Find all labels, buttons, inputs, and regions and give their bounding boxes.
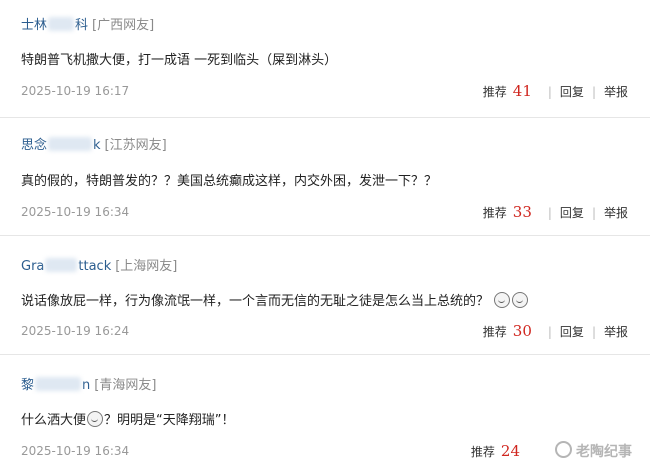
separator: | (547, 85, 552, 99)
separator: | (591, 325, 596, 339)
comment-text: 什么洒大便 ？明明是“天降翔瑞”！ (21, 409, 235, 428)
comment-time: 2025-10-19 16:17 (21, 84, 130, 98)
comment-user[interactable]: 黎 n [青海网友] (21, 374, 156, 393)
user-region: [广西网友] (92, 18, 155, 33)
comment-item: Gra ttack [上海网友] 说话像放屁一样，行为像流氓一样，一个言而无信的无耻… (0, 236, 650, 355)
comment-text: 说话像放屁一样，行为像流氓一样，一个言而无信的无耻之徒是怎么当上总统的？ (21, 290, 529, 309)
comment-actions: 推荐 24 (471, 442, 528, 460)
emoji-face-icon (494, 292, 511, 308)
comment-user[interactable]: 思念 k [江苏网友] (21, 134, 167, 153)
comment-text: 特朗普飞机撒大便，打一成语 一死到临头（屎到淋头） (21, 53, 338, 68)
report-button[interactable]: 举报 (604, 83, 628, 100)
separator: | (547, 206, 552, 220)
like-count: 41 (512, 82, 532, 100)
comment-actions: 推荐 33 | 回复 | 举报 (483, 203, 628, 221)
user-region: [上海网友] (115, 259, 178, 274)
reply-button[interactable]: 回复 (560, 204, 584, 221)
emoji-face-icon (87, 411, 104, 427)
username-redaction (48, 17, 75, 31)
comment-item: 黎 n [青海网友] 什么洒大便 ？明明是“天降翔瑞”！ 2025-10-19 16:… (0, 355, 650, 469)
username[interactable]: 科 (75, 18, 88, 33)
comment-text-body: ？明明是“天降翔瑞”！ (104, 413, 235, 428)
username-redaction (35, 377, 82, 391)
separator: | (591, 85, 596, 99)
reply-button[interactable]: 回复 (560, 323, 584, 340)
emoji-face-icon (512, 292, 529, 308)
separator: | (547, 325, 552, 339)
report-button[interactable]: 举报 (604, 323, 628, 340)
username[interactable]: 思念 (21, 138, 47, 153)
like-count: 24 (500, 442, 520, 460)
comment-user[interactable]: 士林 科 [广西网友] (21, 14, 154, 33)
recommend-button[interactable]: 推荐 (483, 83, 507, 100)
recommend-button[interactable]: 推荐 (483, 204, 507, 221)
recommend-button[interactable]: 推荐 (483, 323, 507, 340)
comment-text-body: 什么洒大便 (21, 413, 87, 428)
watermark-text: 老陶纪事 (576, 444, 632, 460)
comment-text-body: 说话像放屁一样，行为像流氓一样，一个言而无信的无耻之徒是怎么当上总统的？ (21, 294, 490, 309)
comment-item: 思念 k [江苏网友] 真的假的，特朗普发的？？美国总统癫成这样，内交外困，发泄一下… (0, 118, 650, 236)
report-button[interactable]: 举报 (604, 204, 628, 221)
recommend-button[interactable]: 推荐 (471, 443, 495, 460)
username[interactable]: Gra (21, 259, 44, 274)
user-region: [江苏网友] (104, 138, 167, 153)
comment-user[interactable]: Gra ttack [上海网友] (21, 255, 177, 274)
like-count: 33 (512, 203, 532, 221)
watermark-logo-icon (555, 441, 572, 458)
username[interactable]: n (82, 378, 90, 393)
watermark: 老陶纪事 (555, 441, 632, 461)
username[interactable]: 黎 (21, 378, 34, 393)
separator: | (591, 206, 596, 220)
comment-time: 2025-10-19 16:34 (21, 205, 130, 219)
username[interactable]: ttack (78, 259, 111, 274)
username-redaction (48, 137, 93, 151)
comment-item: 士林 科 [广西网友] 特朗普飞机撒大便，打一成语 一死到临头（屎到淋头） 2025… (0, 0, 650, 118)
username[interactable]: k (93, 138, 101, 153)
comment-time: 2025-10-19 16:34 (21, 444, 130, 458)
username[interactable]: 士林 (21, 18, 47, 33)
comment-time: 2025-10-19 16:24 (21, 324, 130, 338)
comment-actions: 推荐 41 | 回复 | 举报 (483, 82, 628, 100)
comment-text: 真的假的，特朗普发的？？美国总统癫成这样，内交外困，发泄一下？？ (21, 174, 438, 189)
like-count: 30 (512, 322, 532, 340)
user-region: [青海网友] (94, 378, 157, 393)
comment-actions: 推荐 30 | 回复 | 举报 (483, 322, 628, 340)
reply-button[interactable]: 回复 (560, 83, 584, 100)
username-redaction (45, 258, 78, 272)
